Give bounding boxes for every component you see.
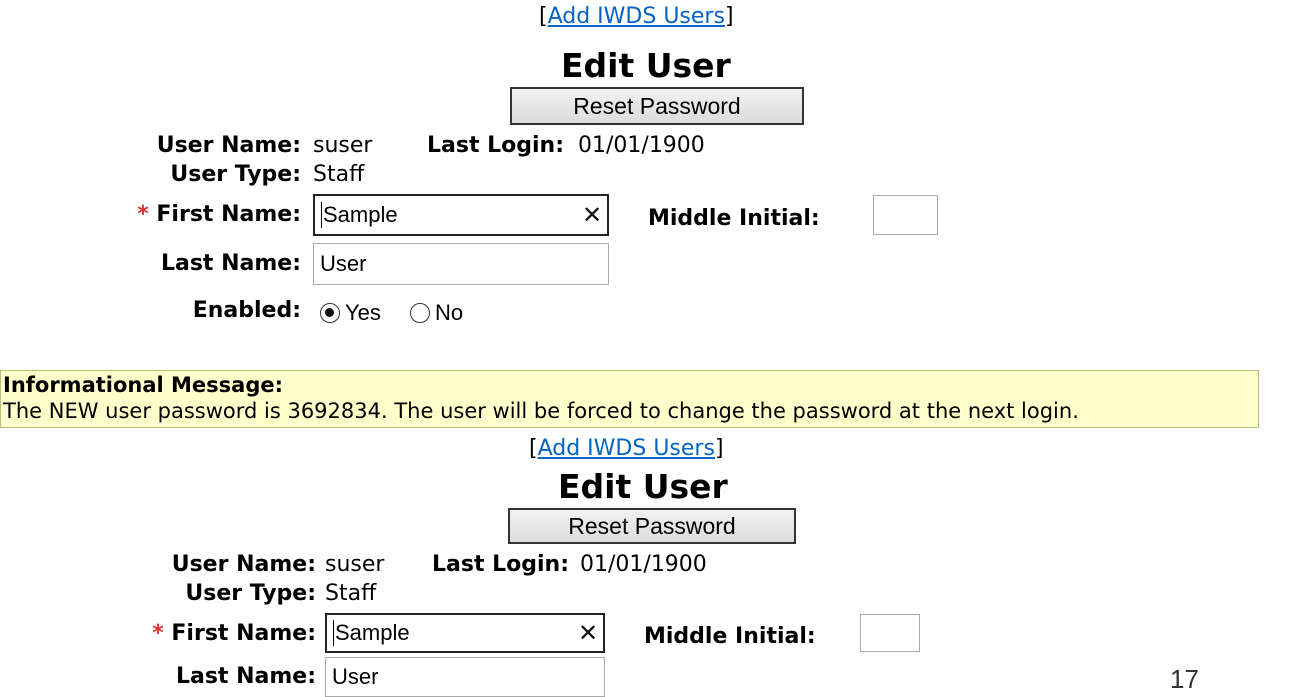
text-caret	[333, 620, 334, 646]
first-name-label-text: First Name:	[156, 202, 301, 227]
middle-initial-label-2: Middle Initial:	[644, 624, 816, 649]
bracket-close: ]	[724, 4, 734, 29]
last-name-input[interactable]: User	[313, 243, 609, 285]
text-caret	[321, 202, 322, 228]
page-title-2: Edit User	[558, 467, 728, 506]
first-name-value-2: Sample	[335, 620, 410, 645]
page-title: Edit User	[561, 46, 731, 85]
reset-password-button[interactable]: Reset Password	[510, 87, 804, 125]
last-name-value: User	[320, 251, 367, 276]
user-name-value-2: suser	[325, 552, 385, 577]
add-users-link-line: [Add IWDS Users]	[539, 4, 734, 29]
middle-initial-input-2[interactable]	[860, 614, 920, 652]
add-iwds-users-link[interactable]: Add IWDS Users	[548, 4, 725, 29]
last-name-label: Last Name:	[160, 251, 301, 276]
last-login-label-2: Last Login:	[432, 552, 570, 577]
user-type-label: User Type:	[170, 162, 301, 187]
message-title: Informational Message:	[3, 373, 284, 397]
add-users-link-line-2: [Add IWDS Users]	[529, 436, 724, 461]
bracket-open: [	[539, 4, 548, 29]
first-name-input-2[interactable]: Sample	[325, 613, 605, 653]
enabled-no-radio[interactable]	[410, 303, 430, 323]
clear-icon[interactable]: ✕	[582, 201, 602, 229]
user-type-label-2: User Type:	[185, 581, 316, 606]
first-name-label: * First Name:	[137, 202, 301, 227]
bracket-close: ]	[714, 436, 724, 461]
last-name-value-2: User	[332, 664, 379, 689]
clear-icon-2[interactable]: ✕	[578, 619, 598, 647]
user-type-value-2: Staff	[325, 581, 377, 606]
page-number: 17	[1170, 664, 1199, 694]
first-name-value: Sample	[323, 202, 398, 227]
reset-password-button-2[interactable]: Reset Password	[508, 508, 796, 544]
last-name-input-2[interactable]: User	[325, 657, 605, 697]
enabled-label: Enabled:	[192, 298, 301, 323]
middle-initial-input[interactable]	[873, 195, 938, 235]
last-login-value: 01/01/1900	[578, 133, 705, 158]
middle-initial-label: Middle Initial:	[648, 206, 820, 231]
user-name-label-2: User Name:	[171, 552, 316, 577]
informational-message: Informational Message: The NEW user pass…	[0, 370, 1259, 428]
enabled-no-label: No	[435, 300, 464, 325]
required-marker: *	[137, 202, 149, 227]
enabled-yes-label: Yes	[345, 300, 381, 325]
last-login-value-2: 01/01/1900	[580, 552, 707, 577]
first-name-label-2: * First Name:	[152, 621, 316, 646]
enabled-yes-radio[interactable]	[320, 303, 340, 323]
bracket-open: [	[529, 436, 538, 461]
user-type-value: Staff	[313, 162, 365, 187]
user-name-label: User Name:	[156, 133, 301, 158]
required-marker: *	[152, 621, 164, 646]
last-name-label-2: Last Name:	[175, 664, 316, 689]
first-name-label-text-2: First Name:	[171, 621, 316, 646]
last-login-label: Last Login:	[427, 133, 565, 158]
first-name-input[interactable]: Sample	[313, 194, 609, 236]
message-text: The NEW user password is 3692834. The us…	[3, 399, 1079, 423]
add-iwds-users-link-2[interactable]: Add IWDS Users	[538, 436, 715, 461]
user-name-value: suser	[313, 133, 373, 158]
